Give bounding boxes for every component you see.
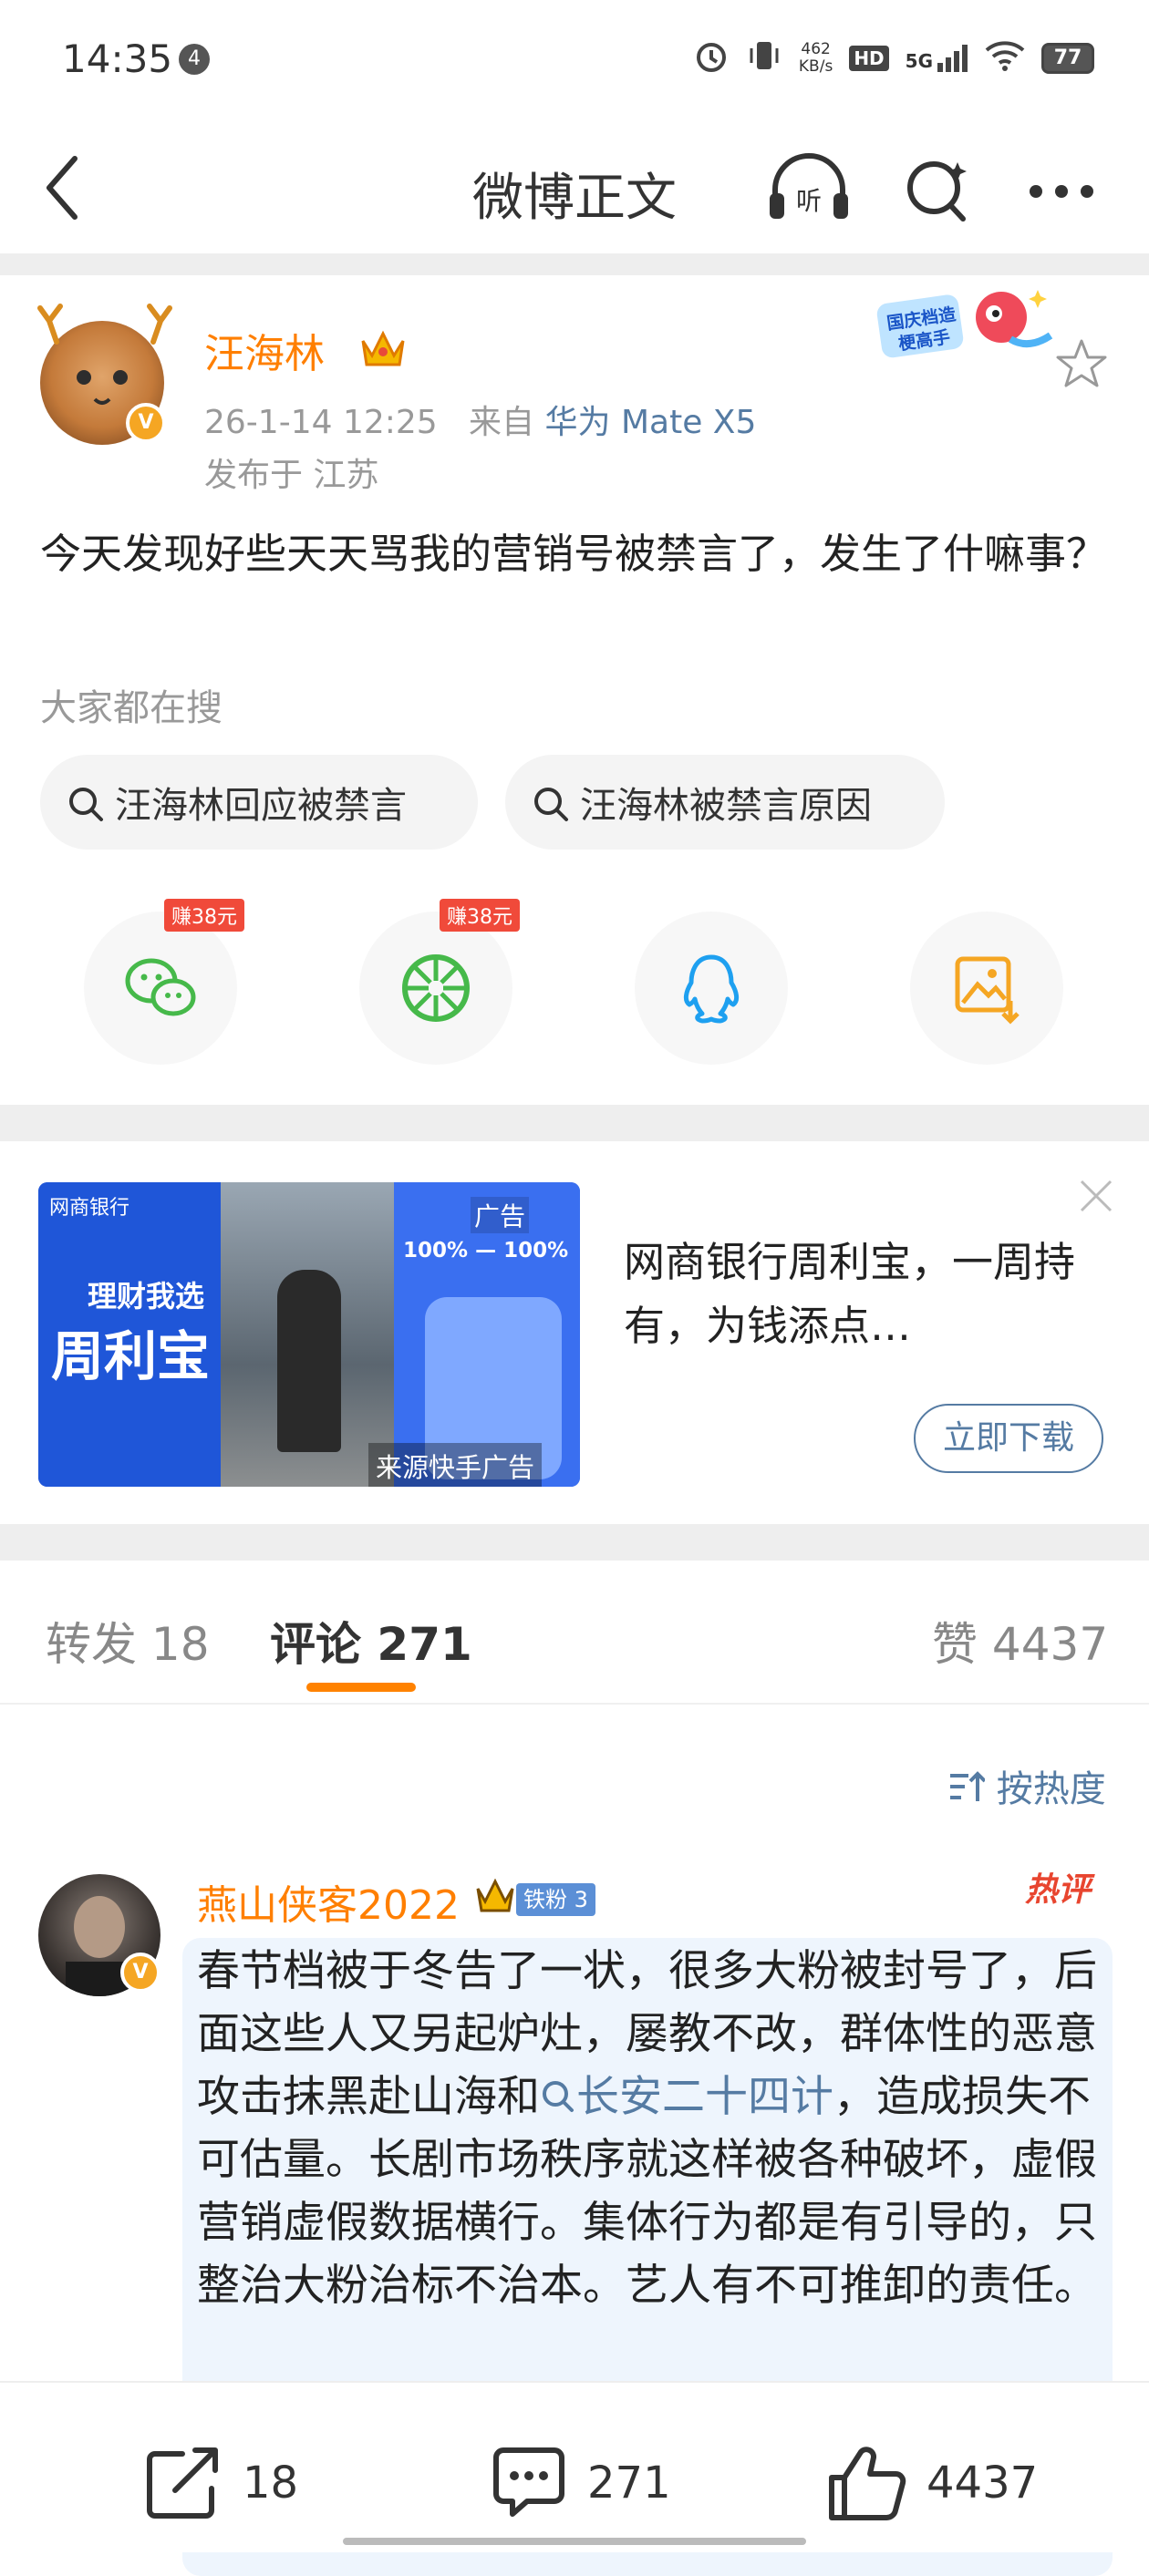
source-prefix: 来自 xyxy=(469,404,535,441)
repost-count: 18 xyxy=(243,2458,299,2509)
status-bar: 14:35 4 462 KB/s HD 5G 77 xyxy=(0,0,1149,118)
ad-image[interactable]: 网商银行 理财我选 周利宝 100% — 100% 广告 来源快手广告 xyxy=(38,1182,580,1487)
sort-icon xyxy=(950,1771,987,1801)
home-indicator[interactable] xyxy=(343,2538,806,2545)
post-content: 今天发现好些天天骂我的营销号被禁言了，发生了什嘛事？ xyxy=(40,530,1108,578)
ad-description[interactable]: 网商银行周利宝，一周持有，为钱添点… xyxy=(624,1231,1098,1358)
battery-indicator: 77 xyxy=(1041,43,1094,74)
divider xyxy=(0,1105,1149,1141)
like-count: 4437 xyxy=(926,2458,1039,2509)
comment-button[interactable]: 271 xyxy=(487,2445,671,2521)
crown-icon xyxy=(359,328,407,374)
tab-repost[interactable]: 转发 18 xyxy=(46,1608,210,1674)
ad-stat: 100% — 100% xyxy=(403,1239,569,1262)
search-hint-label: 大家都在搜 xyxy=(40,687,223,729)
hot-comment-tag: 热评 xyxy=(1025,1871,1092,1909)
fans-badge: 铁粉 3 xyxy=(516,1883,595,1916)
divider xyxy=(0,253,1149,275)
save-image-button[interactable] xyxy=(910,912,1063,1065)
holiday-badge: 国庆档造梗高手 xyxy=(874,281,1065,368)
clock: 14:35 xyxy=(62,36,173,81)
post-username[interactable]: 汪海林 xyxy=(204,321,325,379)
notification-count-badge: 4 xyxy=(179,44,210,75)
active-tab-indicator xyxy=(306,1683,416,1692)
listen-icon[interactable]: 听 xyxy=(764,153,854,230)
post-meta: 26-1-14 12:25 来自 华为 Mate X5 xyxy=(204,396,756,443)
like-button[interactable]: 4437 xyxy=(826,2445,1038,2521)
download-button[interactable]: 立即下载 xyxy=(914,1404,1103,1473)
ad-tag: 广告 xyxy=(471,1197,530,1233)
favorite-star-icon[interactable] xyxy=(1054,337,1109,394)
tab-likes[interactable]: 赞 4437 xyxy=(932,1608,1108,1674)
wifi-icon xyxy=(985,40,1025,77)
ad-source-caption: 来源快手广告 xyxy=(368,1443,543,1487)
search-icon xyxy=(534,788,568,821)
navigation-bar: 微博正文 听 xyxy=(0,118,1149,255)
search-icon xyxy=(69,788,103,821)
search-suggestion-label: 汪海林被禁言原因 xyxy=(580,785,872,827)
search-icon xyxy=(543,2081,574,2112)
download-image-icon xyxy=(955,956,1020,1025)
network-speed: 462 KB/s xyxy=(798,40,833,76)
sort-toggle[interactable]: 按热度 xyxy=(948,1759,1106,1812)
close-icon[interactable] xyxy=(1076,1176,1116,1220)
share-moments-button[interactable]: 赚38元 xyxy=(359,899,520,1065)
search-icon[interactable] xyxy=(901,153,974,230)
moments-icon xyxy=(402,954,470,1022)
ad-headline-1: 理财我选 xyxy=(88,1279,205,1314)
reward-badge: 赚38元 xyxy=(164,899,244,932)
hd-icon: HD xyxy=(849,46,889,71)
verified-badge-icon: V xyxy=(120,1953,160,1993)
ad-person-figure xyxy=(277,1270,341,1452)
comment-count: 271 xyxy=(587,2458,671,2509)
page-title: 微博正文 xyxy=(472,169,677,228)
search-suggestion-1[interactable]: 汪海林回应被禁言 xyxy=(40,755,478,850)
thumbs-up-icon xyxy=(829,2447,906,2520)
sort-label: 按热度 xyxy=(996,1768,1106,1810)
search-suggestion-label: 汪海林回应被禁言 xyxy=(115,785,407,827)
wechat-icon xyxy=(125,958,196,1016)
ad-headline-2: 周利宝 xyxy=(51,1325,211,1387)
signal-icon: 5G xyxy=(906,45,968,72)
tab-bar: 转发 18 评论 271 赞 4437 xyxy=(0,1561,1149,1705)
share-qq-button[interactable] xyxy=(635,912,788,1065)
search-suggestion-2[interactable]: 汪海林被禁言原因 xyxy=(505,755,945,850)
comment-username[interactable]: 燕山侠客2022 xyxy=(197,1872,460,1931)
divider xyxy=(0,1524,1149,1561)
verified-badge-icon: V xyxy=(126,403,166,443)
repost-icon xyxy=(147,2447,218,2519)
qq-icon xyxy=(683,954,740,1024)
vibrate-icon xyxy=(746,37,782,80)
post-location: 发布于 江苏 xyxy=(204,457,379,494)
reward-badge: 赚38元 xyxy=(440,899,520,932)
post-date: 26-1-14 12:25 xyxy=(204,404,438,441)
repost-button[interactable]: 18 xyxy=(142,2445,298,2521)
share-wechat-button[interactable]: 赚38元 xyxy=(84,899,244,1065)
more-options-icon[interactable] xyxy=(1025,180,1098,206)
alarm-icon xyxy=(693,37,730,80)
comment-icon xyxy=(493,2447,564,2517)
post-source-device[interactable]: 华为 Mate X5 xyxy=(545,404,757,441)
ad-brand-label: 网商银行 xyxy=(49,1197,130,1220)
tab-comments[interactable]: 评论 271 xyxy=(270,1608,472,1674)
antler-decoration-icon xyxy=(36,301,173,350)
comment-text: 春节档被于冬告了一状，很多大粉被封号了，后面这些人又另起炉灶，屡教不改，群体性的… xyxy=(197,1946,1097,2311)
ad-card[interactable]: 网商银行 理财我选 周利宝 100% — 100% 广告 来源快手广告 网商银行… xyxy=(0,1141,1149,1524)
topic-link[interactable]: 长安二十四计 xyxy=(540,2072,833,2122)
svg-text:听: 听 xyxy=(796,186,822,216)
crown-icon xyxy=(474,1878,516,1918)
bottom-action-bar: 18 271 4437 xyxy=(0,2381,1149,2552)
